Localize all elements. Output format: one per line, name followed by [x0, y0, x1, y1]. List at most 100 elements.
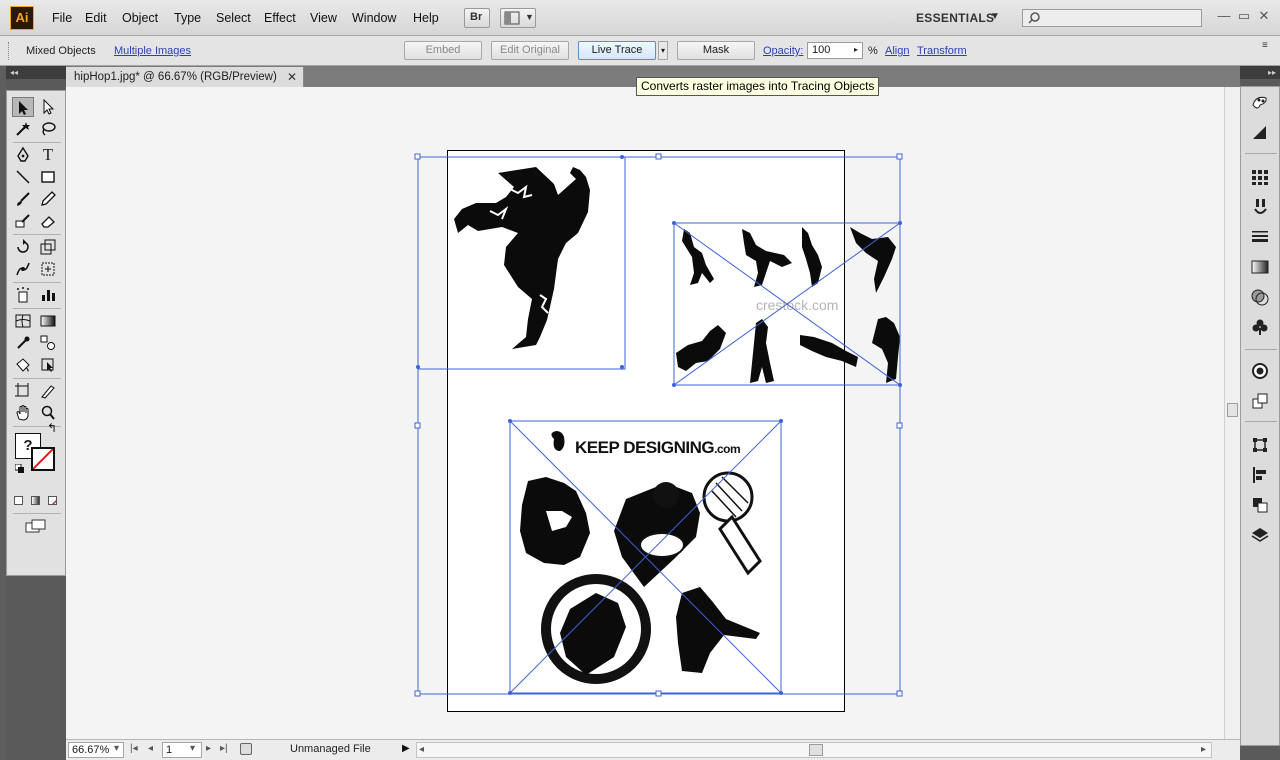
mask-button[interactable]: Mask [677, 41, 755, 60]
opacity-link[interactable]: Opacity: [763, 45, 803, 57]
align-panel-icon[interactable] [1249, 465, 1271, 487]
last-artboard-button[interactable]: ▸| [220, 743, 228, 754]
none-mode-icon[interactable] [48, 496, 57, 505]
canvas[interactable]: KEEP DESIGNING.com crestock.com [66, 87, 1224, 739]
selection-tool-icon[interactable] [12, 97, 34, 117]
gradient-panel-icon[interactable] [1249, 257, 1271, 279]
line-segment-tool-icon[interactable] [12, 167, 34, 187]
menu-type[interactable]: Type [174, 11, 201, 25]
menu-edit[interactable]: Edit [85, 11, 107, 25]
control-bar-grip[interactable] [8, 42, 12, 60]
live-trace-button[interactable]: Live Trace [578, 41, 656, 60]
rotate-tool-icon[interactable] [12, 237, 34, 257]
symbols-panel-icon[interactable] [1249, 317, 1271, 339]
blob-brush-tool-icon[interactable] [12, 211, 34, 231]
minimize-button[interactable]: — [1216, 8, 1232, 24]
eraser-tool-icon[interactable] [37, 211, 59, 231]
default-fill-stroke-icon[interactable] [14, 463, 25, 473]
control-bar-menu[interactable]: ≡ [1262, 40, 1268, 51]
artboard-tool-icon[interactable] [12, 381, 34, 401]
status-menu-arrow[interactable]: ▶ [402, 743, 410, 754]
swap-fill-stroke-icon[interactable]: ↰ [47, 421, 57, 435]
vertical-scroll-thumb[interactable] [1227, 403, 1238, 417]
transform-link[interactable]: Transform [917, 45, 967, 57]
collapse-panel-icon[interactable]: ◂◂ [6, 66, 66, 79]
pathfinder-panel-icon[interactable] [1249, 495, 1271, 517]
first-artboard-button[interactable]: |◂ [130, 743, 138, 754]
column-graph-tool-icon[interactable] [37, 285, 59, 305]
menu-file[interactable]: File [52, 11, 72, 25]
chevron-down-icon[interactable]: ▼ [990, 11, 1000, 22]
artboard-number-field[interactable]: 1 [162, 742, 202, 758]
hand-tool-icon[interactable] [12, 403, 34, 423]
menu-object[interactable]: Object [122, 11, 158, 25]
color-panel-icon[interactable] [1249, 93, 1271, 115]
previous-artboard-button[interactable]: ◂ [148, 743, 153, 754]
pen-tool-icon[interactable] [12, 145, 34, 165]
app-logo[interactable]: Ai [10, 6, 34, 30]
graphic-styles-panel-icon[interactable] [1249, 391, 1271, 413]
paintbrush-tool-icon[interactable] [12, 189, 34, 209]
status-icon[interactable] [240, 743, 252, 755]
align-link[interactable]: Align [885, 45, 909, 57]
appearance-panel-icon[interactable] [1249, 361, 1271, 383]
mesh-tool-icon[interactable] [12, 311, 34, 331]
rectangle-tool-icon[interactable] [37, 167, 59, 187]
document-tab[interactable]: hipHop1.jpg* @ 66.67% (RGB/Preview) ✕ [66, 67, 304, 87]
zoom-dropdown-arrow[interactable]: ▾ [114, 743, 119, 754]
stroke-swatch[interactable] [31, 447, 55, 471]
color-mode-icon[interactable] [14, 496, 23, 505]
magic-wand-tool-icon[interactable] [12, 119, 34, 139]
hip-hop-clipart-image[interactable] [520, 431, 762, 684]
horizontal-scrollbar[interactable]: ◂ ▸ [416, 742, 1212, 758]
restore-button[interactable]: ▭ [1236, 8, 1252, 24]
edit-original-button[interactable]: Edit Original [491, 41, 569, 60]
lasso-tool-icon[interactable] [37, 119, 59, 139]
screen-mode-icon[interactable] [25, 519, 47, 533]
live-paint-bucket-tool-icon[interactable] [12, 355, 34, 375]
brushes-panel-icon[interactable] [1249, 197, 1271, 219]
pencil-tool-icon[interactable] [37, 189, 59, 209]
menu-view[interactable]: View [310, 11, 337, 25]
gradient-mode-icon[interactable] [31, 496, 40, 505]
vertical-scrollbar[interactable] [1224, 87, 1240, 739]
menu-select[interactable]: Select [216, 11, 251, 25]
swatches-panel-icon[interactable] [1249, 167, 1271, 189]
next-artboard-button[interactable]: ▸ [206, 743, 211, 754]
warp-tool-icon[interactable] [12, 259, 34, 279]
workspace-switcher[interactable]: ESSENTIALS [916, 11, 994, 25]
scale-tool-icon[interactable] [37, 237, 59, 257]
type-tool-icon[interactable]: T [37, 145, 59, 165]
close-button[interactable]: ✕ [1256, 8, 1272, 24]
breakdancer-image[interactable] [454, 167, 590, 349]
symbol-sprayer-tool-icon[interactable] [12, 285, 34, 305]
eyedropper-tool-icon[interactable] [12, 333, 34, 353]
menu-window[interactable]: Window [352, 11, 396, 25]
artboard-dropdown-arrow[interactable]: ▾ [190, 743, 195, 754]
scroll-right-icon[interactable]: ▸ [1201, 744, 1206, 755]
close-tab-icon[interactable]: ✕ [287, 70, 297, 84]
live-paint-selection-tool-icon[interactable] [37, 355, 59, 375]
blend-tool-icon[interactable] [37, 333, 59, 353]
transparency-panel-icon[interactable] [1249, 287, 1271, 309]
horizontal-scroll-thumb[interactable] [809, 744, 823, 756]
stroke-panel-icon[interactable] [1249, 227, 1271, 249]
zoom-tool-icon[interactable] [37, 403, 59, 423]
scroll-left-icon[interactable]: ◂ [419, 744, 424, 755]
transform-panel-icon[interactable] [1249, 435, 1271, 457]
free-transform-tool-icon[interactable] [37, 259, 59, 279]
opacity-slider-arrow[interactable]: ▸ [854, 45, 858, 54]
multiple-images-link[interactable]: Multiple Images [114, 45, 191, 57]
bridge-button[interactable]: Br [464, 8, 490, 28]
slice-tool-icon[interactable] [37, 381, 59, 401]
gradient-tool-icon[interactable] [37, 311, 59, 331]
arrange-documents-button[interactable]: ▼ [500, 8, 536, 28]
menu-help[interactable]: Help [413, 11, 439, 25]
tracing-presets-dropdown[interactable]: ▾ [658, 41, 668, 60]
color-guide-panel-icon[interactable] [1249, 123, 1271, 145]
menu-effect[interactable]: Effect [264, 11, 296, 25]
embed-button[interactable]: Embed [404, 41, 482, 60]
expand-dock-icon[interactable]: ▸▸ [1240, 66, 1280, 79]
direct-selection-tool-icon[interactable] [37, 97, 59, 117]
search-input[interactable] [1022, 9, 1202, 27]
